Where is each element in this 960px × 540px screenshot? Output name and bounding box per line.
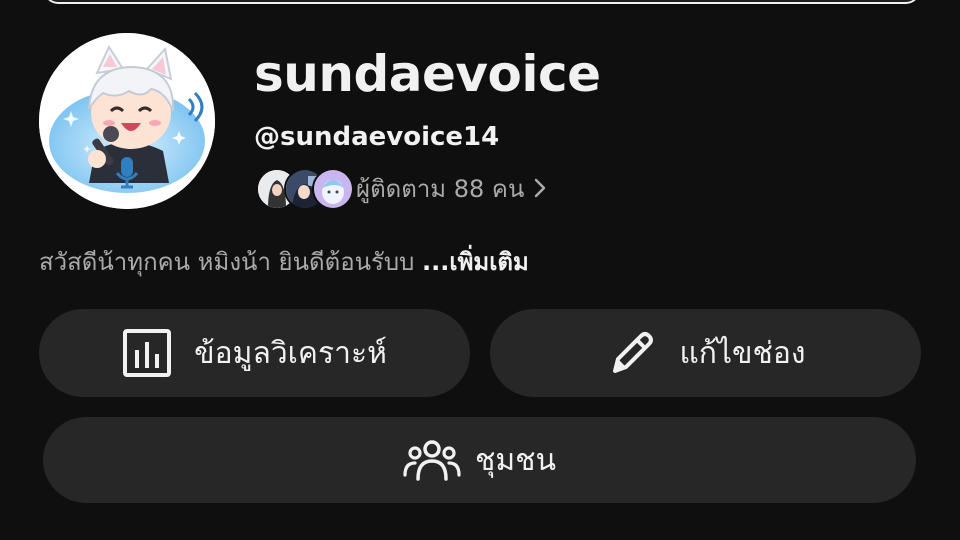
edit-channel-button[interactable]: แก้ไขช่อง	[490, 309, 921, 397]
community-label: ชุมชน	[474, 442, 556, 478]
analytics-label: ข้อมูลวิเคราะห์	[194, 335, 387, 371]
community-button[interactable]: ชุมชน	[43, 417, 916, 503]
channel-name: sundaevoice	[254, 45, 601, 103]
followers-count: ผู้ติดตาม 88 คน	[356, 174, 525, 203]
follower-avatars	[254, 166, 354, 210]
bar-chart-icon	[122, 328, 172, 378]
pastel-character-icon	[314, 170, 352, 208]
channel-description[interactable]: สวัสดีน้าทุกคน หมิงน้า ยินดีต้อนรับบ ...…	[39, 244, 529, 280]
chevron-right-icon	[534, 178, 546, 198]
edit-channel-label: แก้ไขช่อง	[679, 335, 806, 371]
pencil-icon	[605, 327, 657, 379]
channel-page: sundaevoice @sundaevoice14 ผู้ติดตาม 88 …	[0, 0, 960, 540]
description-text: สวัสดีน้าทุกคน หมิงน้า ยินดีต้อนรับบ	[39, 248, 423, 276]
followers-link[interactable]: ผู้ติดตาม 88 คน	[254, 164, 546, 212]
channel-avatar[interactable]	[39, 33, 215, 209]
analytics-button[interactable]: ข้อมูลวิเคราะห์	[39, 309, 470, 397]
search-bar-edge[interactable]	[44, 0, 920, 4]
chibi-avatar-icon	[39, 33, 215, 209]
people-group-icon	[403, 435, 461, 485]
channel-handle: @sundaevoice14	[254, 122, 500, 152]
more-link[interactable]: ...เพิ่มเติม	[422, 248, 529, 276]
follower-avatar	[312, 168, 354, 210]
